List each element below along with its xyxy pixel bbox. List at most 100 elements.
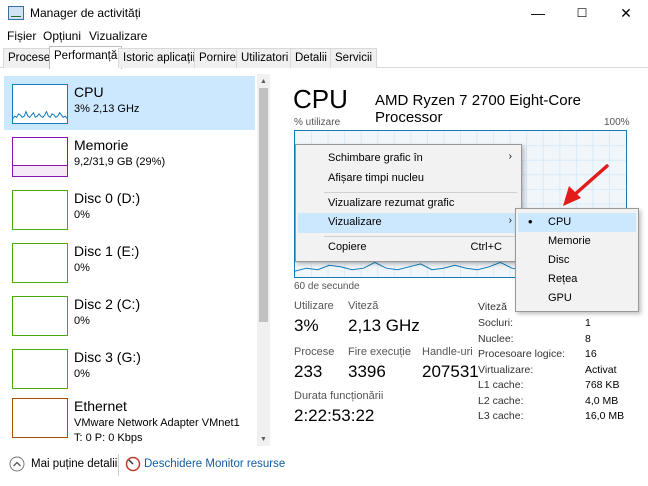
sidebar-item-title: Disc 2 (C:)	[74, 296, 141, 312]
tab-bar: Procese Performanță Istoric aplicații Po…	[0, 46, 648, 69]
stat-threads-value: 3396	[348, 362, 386, 381]
maximize-button[interactable]: ☐	[560, 0, 604, 26]
sidebar-item-disk-1[interactable]: Disc 1 (E:) 0%	[4, 235, 255, 289]
submenu-item-disk[interactable]: Disc	[518, 251, 636, 270]
submenu-item-memory[interactable]: Memorie	[518, 232, 636, 251]
sidebar-item-title: Disc 3 (G:)	[74, 349, 141, 365]
less-details-link[interactable]: Mai puține detalii	[31, 458, 117, 470]
menu-item-view[interactable]: Vizualizare ›	[298, 213, 520, 233]
sidebar-item-cpu[interactable]: CPU 3% 2,13 GHz	[4, 76, 255, 130]
spec-label: Viteză	[478, 301, 507, 313]
menu-view[interactable]: Vizualizare	[89, 29, 147, 43]
menu-item-label: Vizualizare	[328, 216, 382, 228]
task-manager-app-icon	[8, 6, 24, 20]
sidebar-item-subtitle: 0%	[74, 315, 90, 327]
title-bar: Manager de activități — ☐ ✕	[0, 0, 648, 26]
submenu-item-label: GPU	[548, 292, 572, 304]
bullet-check-icon: •	[528, 214, 533, 229]
spec-value: 16,0 MB	[585, 410, 625, 422]
spec-value: 768 KB	[585, 379, 620, 391]
stat-processes-label: Procese	[294, 346, 335, 358]
sidebar-item-title: Memorie	[74, 137, 129, 153]
menu-separator	[324, 236, 517, 237]
sidebar-item-ethernet[interactable]: Ethernet VMware Network Adapter VMnet1 T…	[4, 390, 255, 446]
footer-bar: Mai puține detalii Deschidere Monitor re…	[0, 446, 648, 486]
menu-item-change-graph[interactable]: Schimbare grafic în ›	[298, 149, 520, 169]
disk-thumbnail-graph	[12, 190, 68, 230]
sidebar-item-title: Disc 1 (E:)	[74, 243, 140, 259]
tab-services[interactable]: Servicii	[330, 48, 378, 68]
tab-performance[interactable]: Performanță	[49, 46, 123, 69]
tab-users[interactable]: Utilizatori	[236, 48, 294, 68]
stat-speed-label: Viteză	[348, 300, 379, 312]
tab-processes[interactable]: Procese	[3, 48, 56, 68]
chevron-up-circle-icon[interactable]	[9, 456, 25, 472]
scroll-down-arrow-icon[interactable]: ▼	[257, 432, 270, 446]
menu-item-summary-view[interactable]: Vizualizare rezumat grafic	[298, 194, 520, 214]
menu-item-label: Schimbare grafic în	[328, 152, 423, 164]
window-title: Manager de activități	[30, 6, 141, 20]
spec-value: 4,0 MB	[585, 395, 619, 407]
submenu-item-gpu[interactable]: GPU	[518, 289, 636, 308]
resource-monitor-icon	[125, 456, 141, 472]
close-button[interactable]: ✕	[604, 0, 648, 26]
spec-label: L1 cache:	[478, 379, 524, 391]
utilization-axis-max: 100%	[604, 117, 630, 128]
stat-uptime-label: Durata funcționării	[294, 390, 384, 402]
red-annotation-arrow-icon	[563, 164, 609, 206]
stat-uptime-value: 2:22:53:22	[294, 406, 375, 425]
menu-item-label: Vizualizare rezumat grafic	[328, 197, 455, 209]
sidebar-item-disk-2[interactable]: Disc 2 (C:) 0%	[4, 288, 255, 342]
scroll-up-arrow-icon[interactable]: ▲	[257, 74, 270, 88]
spec-label: L3 cache:	[478, 410, 524, 422]
spec-value: 1	[585, 317, 591, 329]
sidebar-item-title: Disc 0 (D:)	[74, 190, 141, 206]
menu-options[interactable]: Opțiuni	[43, 29, 81, 43]
scrollbar-thumb[interactable]	[259, 88, 268, 322]
tab-startup[interactable]: Pornire	[194, 48, 242, 68]
chevron-right-icon: ›	[508, 215, 512, 226]
sidebar-item-throughput: T: 0 P: 0 Kbps	[74, 432, 143, 444]
utilization-axis-label: % utilizare	[294, 117, 341, 128]
memory-thumbnail-graph	[12, 137, 68, 177]
spec-value: 16	[585, 348, 597, 360]
sidebar-item-disk-3[interactable]: Disc 3 (G:) 0%	[4, 341, 255, 395]
cpu-heading: CPU	[293, 84, 348, 114]
sidebar-item-subtitle: 0%	[74, 262, 90, 274]
stat-handles-value: 207531	[422, 362, 479, 381]
spec-label: Socluri:	[478, 317, 514, 329]
sidebar-item-disk-0[interactable]: Disc 0 (D:) 0%	[4, 182, 255, 236]
sidebar-item-subtitle: 0%	[74, 209, 90, 221]
sidebar-item-title: Ethernet	[74, 398, 127, 414]
view-submenu: • CPU Memorie Disc Rețea GPU	[515, 208, 639, 312]
menu-item-copy[interactable]: Copiere Ctrl+C	[298, 238, 520, 258]
minimize-button[interactable]: —	[516, 0, 560, 26]
menu-item-label: Afișare timpi nucleu	[328, 172, 424, 184]
stat-threads-label: Fire execuție	[348, 346, 411, 358]
menu-item-show-kernel-times[interactable]: Afișare timpi nucleu	[298, 169, 520, 189]
submenu-item-label: Rețea	[548, 273, 578, 285]
ethernet-thumbnail-graph	[12, 398, 68, 438]
chevron-right-icon: ›	[508, 151, 512, 162]
sidebar-item-subtitle: 0%	[74, 368, 90, 380]
performance-sidebar: CPU 3% 2,13 GHz Memorie 9,2/31,9 GB (29%…	[4, 74, 255, 446]
menu-item-label: Copiere	[328, 241, 367, 253]
disk-thumbnail-graph	[12, 349, 68, 389]
disk-thumbnail-graph	[12, 243, 68, 283]
spec-label: Virtualizare:	[478, 364, 534, 376]
tab-details[interactable]: Detalii	[290, 48, 332, 68]
submenu-item-label: Memorie	[548, 235, 591, 247]
graph-context-menu: Schimbare grafic în › Afișare timpi nucl…	[295, 144, 522, 262]
menu-file[interactable]: Fișier	[7, 29, 36, 43]
stat-handles-label: Handle-uri	[422, 346, 473, 358]
open-resource-monitor-link[interactable]: Deschidere Monitor resurse	[144, 458, 285, 470]
sidebar-item-memory[interactable]: Memorie 9,2/31,9 GB (29%)	[4, 129, 255, 183]
tab-app-history[interactable]: Istoric aplicații	[118, 48, 201, 68]
sidebar-item-subtitle: VMware Network Adapter VMnet1	[74, 417, 240, 429]
submenu-item-network[interactable]: Rețea	[518, 270, 636, 289]
sidebar-item-title: CPU	[74, 84, 104, 100]
cpu-thumbnail-graph	[12, 84, 68, 124]
spec-label: Procesoare logice:	[478, 348, 565, 360]
spec-label: Nuclee:	[478, 333, 514, 345]
stat-utilization-value: 3%	[294, 316, 319, 335]
